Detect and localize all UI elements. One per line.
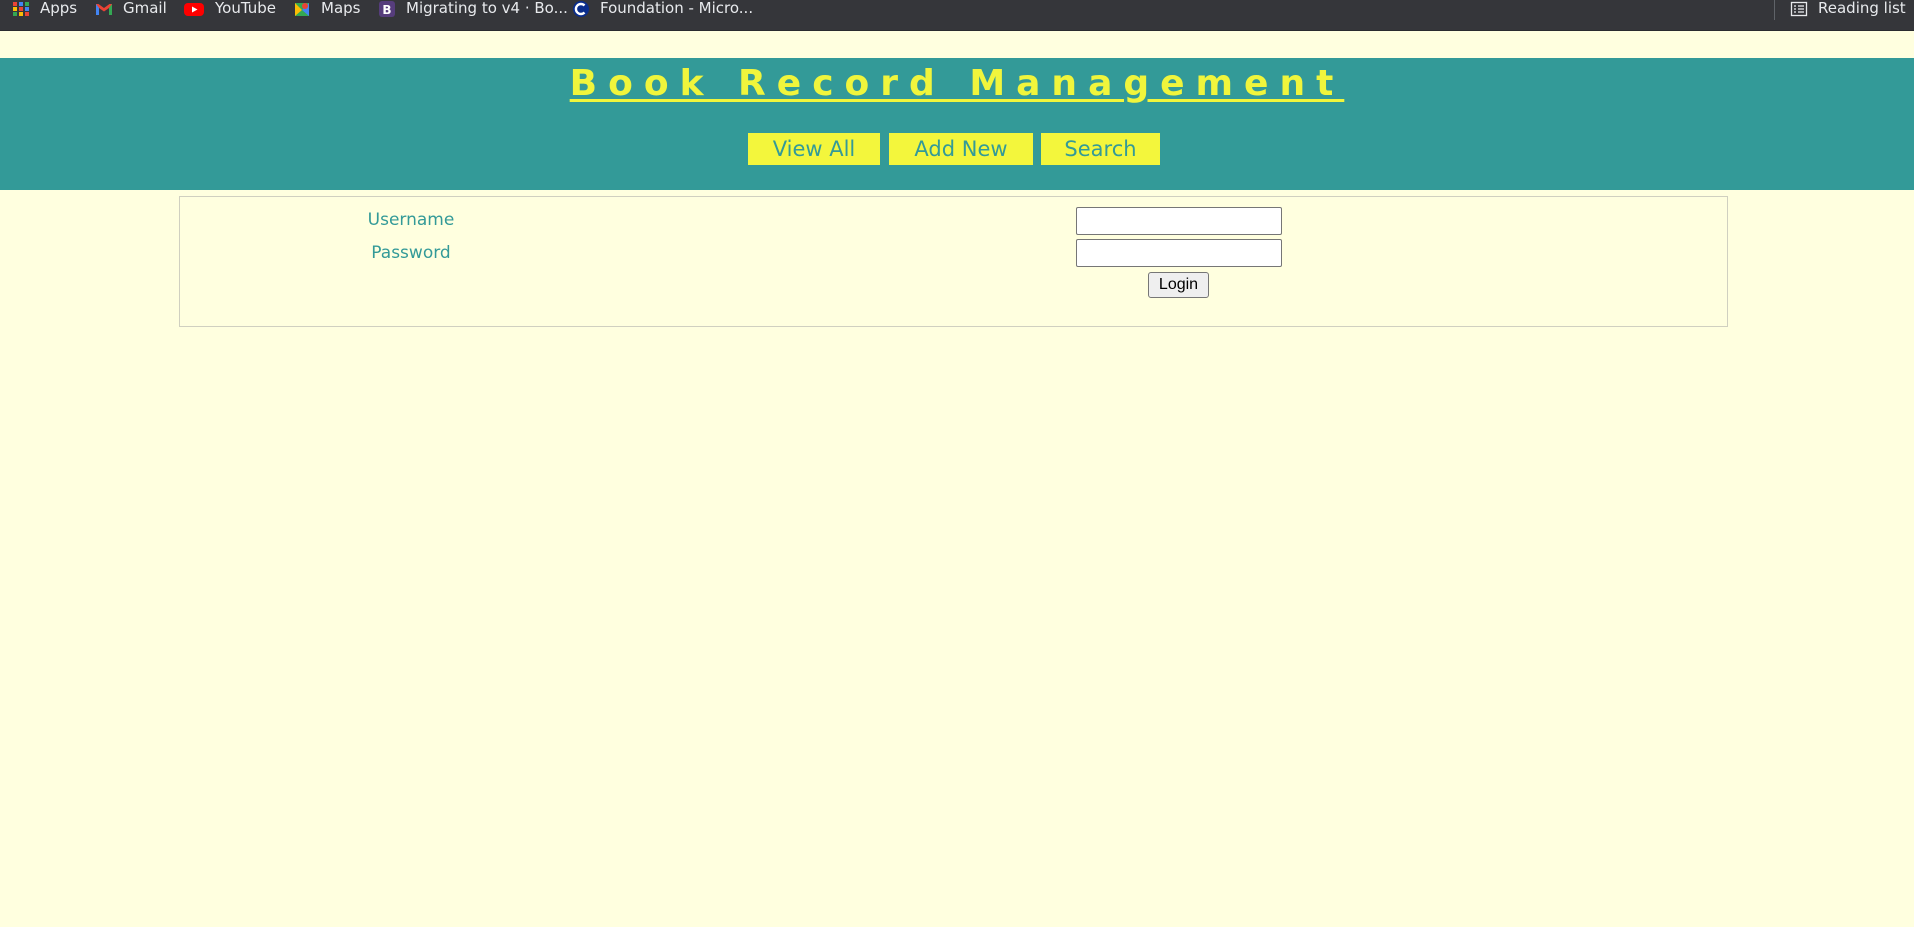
bookmark-maps[interactable]: Maps xyxy=(293,0,360,17)
username-label: Username xyxy=(367,210,455,230)
bookmark-label: Apps xyxy=(40,0,78,17)
bookmarks-divider xyxy=(1774,0,1775,20)
maps-icon xyxy=(293,1,311,17)
bookmark-youtube[interactable]: YouTube xyxy=(183,0,276,17)
youtube-icon xyxy=(183,1,205,17)
search-button[interactable]: Search xyxy=(1041,133,1160,165)
gmail-icon xyxy=(95,1,113,17)
reading-list-label: Reading list xyxy=(1818,0,1906,17)
login-button[interactable]: Login xyxy=(1148,272,1209,298)
bookmark-label: Maps xyxy=(321,0,361,17)
bookmark-label: Migrating to v4 · Bo... xyxy=(406,0,568,17)
bookmarks-bar: Apps Gmail YouTube Maps B Migrating to v… xyxy=(0,0,1914,31)
username-input[interactable] xyxy=(1076,207,1282,235)
bookmark-foundation[interactable]: Foundation - Micro... xyxy=(572,0,753,17)
bookmark-gmail[interactable]: Gmail xyxy=(95,0,167,17)
main-nav: View All Add New Search xyxy=(0,133,1914,165)
password-input[interactable] xyxy=(1076,239,1282,267)
foundation-icon xyxy=(572,0,590,17)
page-title: Book Record Management xyxy=(569,63,1345,104)
bookmark-bootstrap[interactable]: B Migrating to v4 · Bo... xyxy=(378,0,568,17)
add-new-button[interactable]: Add New xyxy=(889,133,1033,165)
reading-list-button[interactable]: Reading list xyxy=(1790,0,1906,17)
bootstrap-icon: B xyxy=(378,0,396,17)
bookmark-label: Gmail xyxy=(123,0,167,17)
bookmark-label: YouTube xyxy=(215,0,276,17)
password-label: Password xyxy=(371,243,451,263)
reading-list-icon xyxy=(1790,1,1808,17)
bookmark-label: Foundation - Micro... xyxy=(600,0,754,17)
view-all-button[interactable]: View All xyxy=(748,133,880,165)
svg-text:B: B xyxy=(382,3,391,17)
bookmark-apps[interactable]: Apps xyxy=(12,0,77,17)
apps-grid-icon xyxy=(12,1,30,17)
